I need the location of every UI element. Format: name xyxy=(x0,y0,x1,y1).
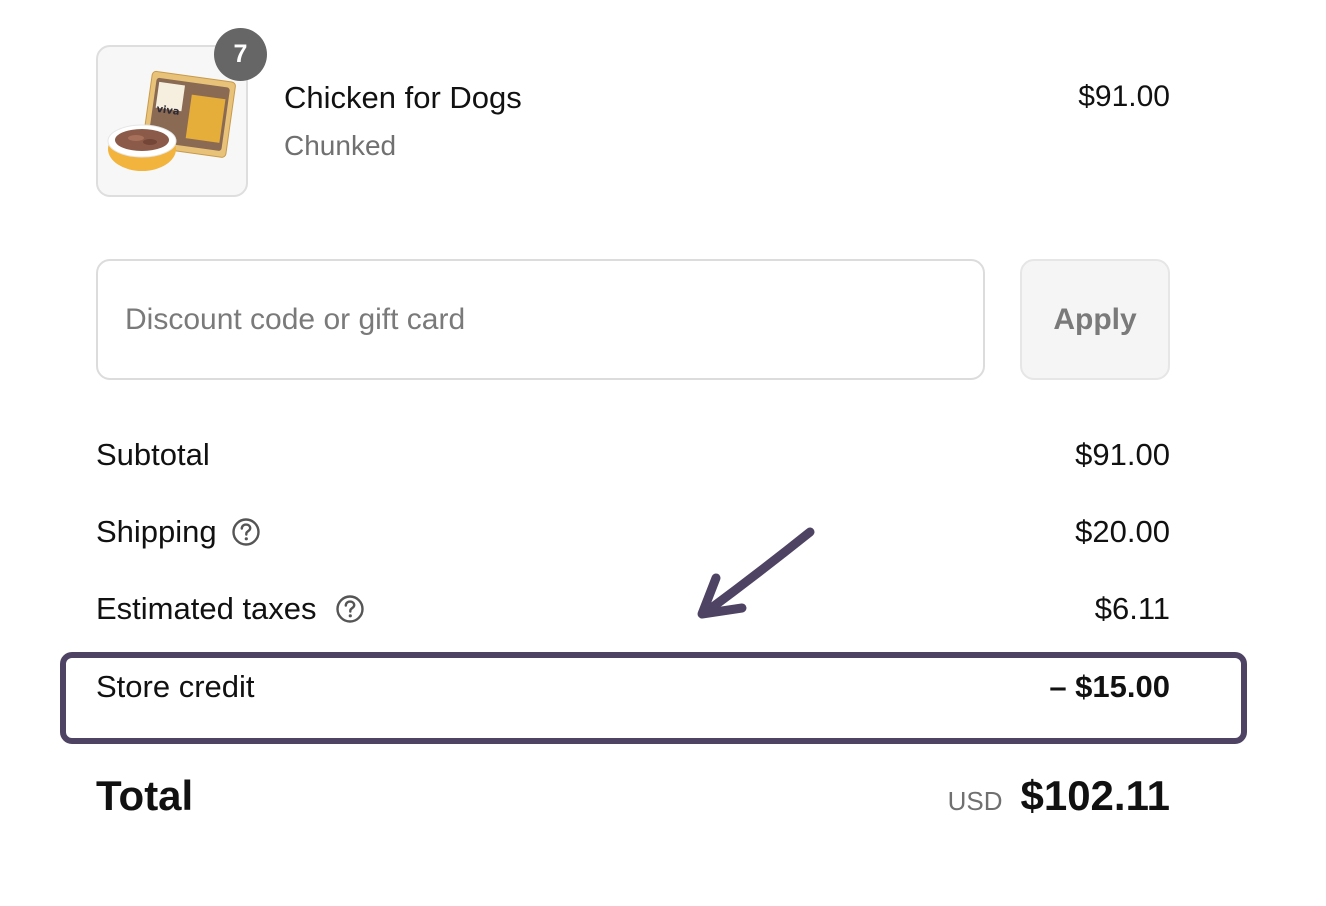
product-variant: Chunked xyxy=(284,130,397,161)
shipping-value: $20.00 xyxy=(1075,514,1170,549)
shipping-label: Shipping xyxy=(96,514,217,549)
arrow-icon xyxy=(697,527,815,619)
store-credit-value: – $15.00 xyxy=(1049,669,1170,704)
product-name: Chicken for Dogs xyxy=(284,80,522,115)
store-credit-row: Store credit – $15.00 xyxy=(96,669,1170,705)
shipping-row: Shipping $20.00 xyxy=(96,514,1170,550)
product-price: $91.00 xyxy=(1078,80,1170,113)
question-circle-icon[interactable] xyxy=(231,517,261,547)
taxes-row: Estimated taxes $6.11 xyxy=(96,591,1170,627)
total-amount-group: USD $102.11 xyxy=(948,772,1170,820)
total-label: Total xyxy=(96,772,194,819)
checkout-summary: viva 7 Chicken for Dogs Chunked $91.00 A… xyxy=(0,0,1326,906)
taxes-label: Estimated taxes xyxy=(96,591,317,626)
taxes-label-group: Estimated taxes xyxy=(96,591,365,627)
store-credit-label: Store credit xyxy=(96,669,255,704)
shipping-label-group: Shipping xyxy=(96,514,261,550)
subtotal-label: Subtotal xyxy=(96,437,210,472)
subtotal-value: $91.00 xyxy=(1075,437,1170,472)
total-amount: $102.11 xyxy=(1020,772,1170,819)
question-circle-icon[interactable] xyxy=(335,594,365,624)
apply-discount-button[interactable]: Apply xyxy=(1020,259,1170,380)
quantity-badge: 7 xyxy=(214,28,267,81)
discount-code-input[interactable] xyxy=(96,259,985,380)
taxes-value: $6.11 xyxy=(1094,591,1170,626)
subtotal-row: Subtotal $91.00 xyxy=(96,437,1170,473)
currency-code: USD xyxy=(947,786,1003,816)
total-row: Total USD $102.11 xyxy=(96,772,1170,820)
